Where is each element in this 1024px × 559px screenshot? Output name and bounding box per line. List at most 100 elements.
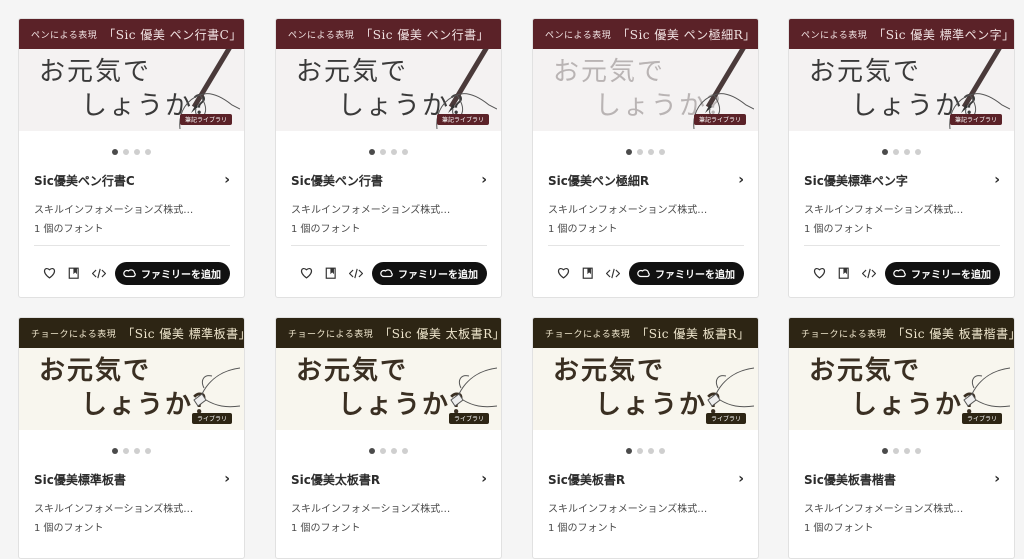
bookmark-icon[interactable] [834, 263, 854, 283]
carousel-dots[interactable] [533, 149, 758, 155]
font-family-card[interactable]: ペンによる表現 「Sic 優美 ペン行書C」 お元気で しょうか？ 筆記ライブラリ … [18, 18, 245, 298]
font-family-name[interactable]: Sic優美板書楷書 [804, 471, 896, 488]
divider [34, 245, 230, 246]
heart-icon[interactable] [39, 263, 59, 283]
carousel-dots[interactable] [19, 448, 244, 454]
code-icon[interactable] [89, 263, 109, 283]
font-family-name[interactable]: Sic優美ペン行書C [34, 172, 135, 189]
carousel-dots[interactable] [789, 448, 1014, 454]
code-icon[interactable] [859, 263, 879, 283]
foundry-name[interactable]: スキルインフォメーションズ株式… [533, 201, 758, 216]
carousel-dot[interactable] [893, 149, 899, 155]
heart-icon[interactable] [296, 263, 316, 283]
carousel-dot[interactable] [145, 149, 151, 155]
font-family-name[interactable]: Sic優美ペン行書 [291, 172, 383, 189]
carousel-dots[interactable] [789, 149, 1014, 155]
font-family-card[interactable]: ペンによる表現 「Sic 優美 ペン行書」 お元気で しょうか？ 筆記ライブラリ S… [275, 18, 502, 298]
carousel-dot[interactable] [380, 149, 386, 155]
preview-banner: チョークによる表現 「Sic 優美 太板書R」 [276, 318, 501, 348]
carousel-dot[interactable] [134, 149, 140, 155]
carousel-dot[interactable] [915, 448, 921, 454]
carousel-dot[interactable] [659, 448, 665, 454]
carousel-dot[interactable] [659, 149, 665, 155]
carousel-dot[interactable] [904, 149, 910, 155]
chevron-right-icon[interactable]: › [994, 471, 1000, 487]
preview-banner: ペンによる表現 「Sic 優美 標準ペン字」 [789, 19, 1014, 49]
foundry-name[interactable]: スキルインフォメーションズ株式… [19, 500, 244, 515]
heart-icon[interactable] [553, 263, 573, 283]
foundry-name[interactable]: スキルインフォメーションズ株式… [789, 500, 1014, 515]
font-count: 1 個のフォント [548, 224, 618, 235]
font-family-name[interactable]: Sic優美太板書R [291, 471, 380, 488]
foundry-name[interactable]: スキルインフォメーションズ株式… [789, 201, 1014, 216]
carousel-dot[interactable] [391, 149, 397, 155]
bookmark-icon[interactable] [321, 263, 341, 283]
foundry-name[interactable]: スキルインフォメーションズ株式… [276, 500, 501, 515]
carousel-dot[interactable] [648, 149, 654, 155]
font-family-name[interactable]: Sic優美標準板書 [34, 471, 126, 488]
font-preview-image[interactable]: チョークによる表現 「Sic 優美 板書R」 お元気で しょうか？ ライブラリ [533, 318, 758, 430]
carousel-dot[interactable] [648, 448, 654, 454]
font-family-card[interactable]: ペンによる表現 「Sic 優美 ペン極細R」 お元気で しょうか？ 筆記ライブラリ … [532, 18, 759, 298]
chevron-right-icon[interactable]: › [481, 471, 487, 487]
carousel-dot[interactable] [882, 149, 888, 155]
carousel-dot[interactable] [402, 149, 408, 155]
carousel-dot[interactable] [369, 149, 375, 155]
carousel-dot[interactable] [904, 448, 910, 454]
chevron-right-icon[interactable]: › [738, 172, 744, 188]
preview-tag: ライブラリ [191, 413, 232, 424]
carousel-dot[interactable] [145, 448, 151, 454]
font-preview-image[interactable]: チョークによる表現 「Sic 優美 太板書R」 お元気で しょうか？ ライブラリ [276, 318, 501, 430]
carousel-dots[interactable] [533, 448, 758, 454]
font-family-name[interactable]: Sic優美標準ペン字 [804, 172, 908, 189]
foundry-name[interactable]: スキルインフォメーションズ株式… [276, 201, 501, 216]
carousel-dot[interactable] [369, 448, 375, 454]
foundry-name[interactable]: スキルインフォメーションズ株式… [533, 500, 758, 515]
carousel-dot[interactable] [626, 149, 632, 155]
carousel-dot[interactable] [112, 149, 118, 155]
bookmark-icon[interactable] [578, 263, 598, 283]
add-family-button[interactable]: ファミリーを追加 [372, 261, 487, 285]
add-family-button[interactable]: ファミリーを追加 [115, 261, 230, 285]
carousel-dot[interactable] [915, 149, 921, 155]
font-preview-image[interactable]: ペンによる表現 「Sic 優美 ペン極細R」 お元気で しょうか？ 筆記ライブラリ [533, 19, 758, 131]
add-family-button[interactable]: ファミリーを追加 [629, 261, 744, 285]
font-preview-image[interactable]: ペンによる表現 「Sic 優美 ペン行書C」 お元気で しょうか？ 筆記ライブラリ [19, 19, 244, 131]
code-icon[interactable] [346, 263, 366, 283]
carousel-dot[interactable] [637, 149, 643, 155]
carousel-dot[interactable] [893, 448, 899, 454]
chevron-right-icon[interactable]: › [738, 471, 744, 487]
font-preview-image[interactable]: ペンによる表現 「Sic 優美 標準ペン字」 お元気で しょうか？ 筆記ライブラリ [789, 19, 1014, 131]
add-family-button[interactable]: ファミリーを追加 [885, 261, 1000, 285]
font-preview-image[interactable]: チョークによる表現 「Sic 優美 板書楷書」 お元気で しょうか？ ライブラリ [789, 318, 1014, 430]
chevron-right-icon[interactable]: › [224, 172, 230, 188]
font-family-card[interactable]: ペンによる表現 「Sic 優美 標準ペン字」 お元気で しょうか？ 筆記ライブラリ … [788, 18, 1015, 298]
chevron-right-icon[interactable]: › [994, 172, 1000, 188]
carousel-dot[interactable] [123, 149, 129, 155]
carousel-dot[interactable] [134, 448, 140, 454]
carousel-dot[interactable] [402, 448, 408, 454]
code-icon[interactable] [603, 263, 623, 283]
carousel-dots[interactable] [276, 149, 501, 155]
carousel-dot[interactable] [626, 448, 632, 454]
preview-tag: ライブラリ [961, 413, 1002, 424]
preview-tag: ライブラリ [448, 413, 489, 424]
carousel-dot[interactable] [391, 448, 397, 454]
carousel-dot[interactable] [123, 448, 129, 454]
carousel-dot[interactable] [112, 448, 118, 454]
chevron-right-icon[interactable]: › [481, 172, 487, 188]
font-preview-image[interactable]: チョークによる表現 「Sic 優美 標準板書」 お元気で しょうか？ ライブラリ [19, 318, 244, 430]
font-family-name[interactable]: Sic優美板書R [548, 471, 625, 488]
carousel-dot[interactable] [882, 448, 888, 454]
carousel-dot[interactable] [380, 448, 386, 454]
chevron-right-icon[interactable]: › [224, 471, 230, 487]
bookmark-icon[interactable] [64, 263, 84, 283]
heart-icon[interactable] [809, 263, 829, 283]
carousel-dots[interactable] [19, 149, 244, 155]
font-family-name[interactable]: Sic優美ペン極細R [548, 172, 649, 189]
carousel-dots[interactable] [276, 448, 501, 454]
carousel-dot[interactable] [637, 448, 643, 454]
foundry-name[interactable]: スキルインフォメーションズ株式… [19, 201, 244, 216]
font-count: 1 個のフォント [804, 224, 874, 235]
font-preview-image[interactable]: ペンによる表現 「Sic 優美 ペン行書」 お元気で しょうか？ 筆記ライブラリ [276, 19, 501, 131]
